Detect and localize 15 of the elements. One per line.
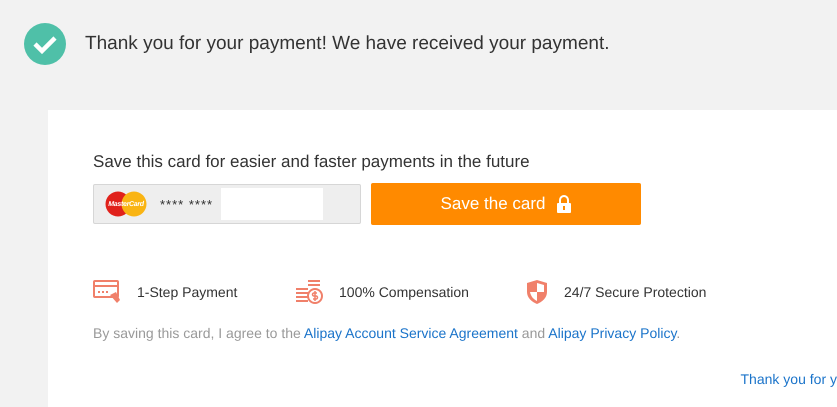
check-icon (24, 23, 66, 65)
agreement-text: By saving this card, I agree to the Alipay Account Service Agreement and Alipay Privacy Policy. (93, 325, 682, 341)
lock-icon (557, 195, 572, 213)
shield-icon (526, 279, 548, 305)
masked-card-number: **** **** (160, 196, 214, 212)
card-icon (93, 279, 121, 305)
privacy-policy-link[interactable]: Alipay Privacy Policy (548, 325, 676, 341)
agreement-link[interactable]: Alipay Account Service Agreement (304, 325, 518, 341)
feature-label: 100% Compensation (339, 284, 469, 300)
save-card-title: Save this card for easier and faster payments in the future (93, 152, 531, 172)
thank-you-link[interactable]: Thank you for y (740, 371, 837, 387)
coins-icon (295, 279, 323, 305)
feature-label: 1-Step Payment (137, 284, 238, 300)
feature-label: 24/7 Secure Protection (564, 284, 706, 300)
confirmation-message: Thank you for your payment! We have received your payment. (85, 33, 610, 55)
